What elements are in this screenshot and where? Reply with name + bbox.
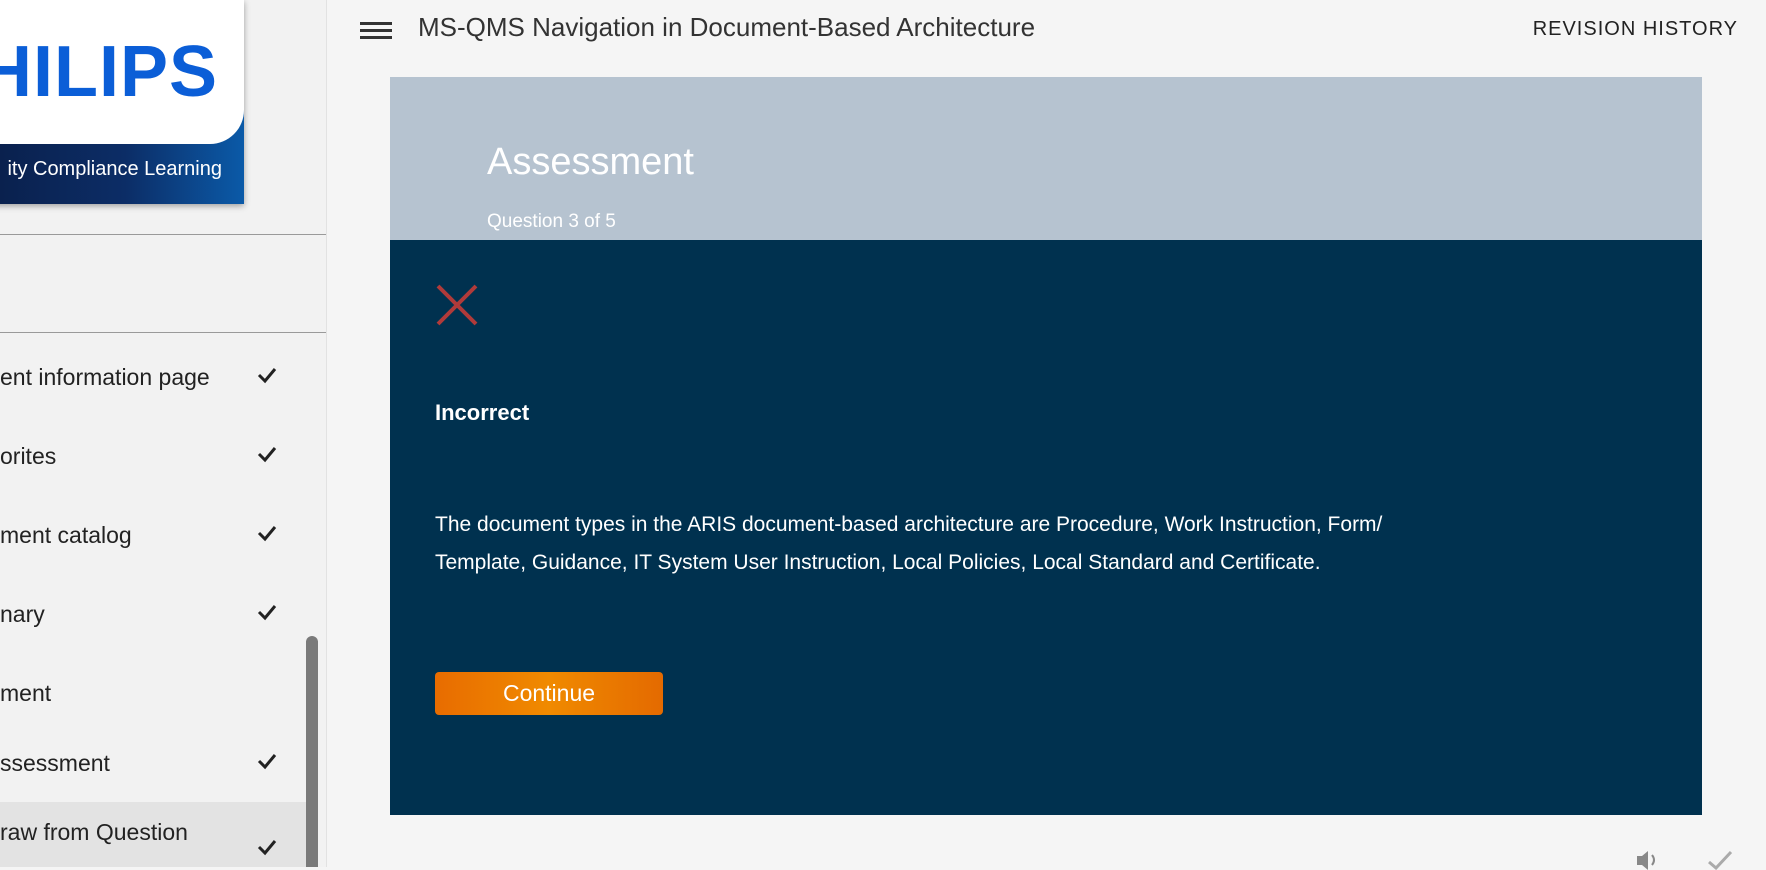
check-icon bbox=[257, 840, 277, 856]
hamburger-menu-icon[interactable] bbox=[360, 18, 392, 44]
logo-subtitle: ity Compliance Learning bbox=[7, 158, 222, 180]
sidebar-item-label: orites bbox=[0, 443, 57, 469]
sidebar-item-summary[interactable]: nary bbox=[0, 595, 310, 635]
feedback-panel: Incorrect The document types in the ARIS… bbox=[390, 240, 1702, 815]
sidebar-item-label: ment catalog bbox=[0, 522, 132, 548]
sidebar-item-assessment[interactable]: ment bbox=[0, 674, 310, 714]
philips-logo-card: HILIPS ity Compliance Learning bbox=[0, 0, 244, 204]
check-icon bbox=[257, 368, 277, 384]
sidebar-item-document-information-page[interactable]: ent information page bbox=[0, 358, 310, 398]
sidebar-item-label: ssessment bbox=[0, 750, 110, 776]
sidebar-item-label: raw from Question bbox=[0, 819, 188, 845]
sidebar-divider bbox=[0, 332, 326, 333]
sidebar-item-self-assessment[interactable]: ssessment bbox=[0, 744, 310, 784]
feedback-line: Template, Guidance, IT System User Instr… bbox=[435, 551, 1321, 574]
feedback-line: The document types in the ARIS document-… bbox=[435, 513, 1383, 536]
sidebar-item-label: ent information page bbox=[0, 364, 210, 390]
sidebar-item-document-catalog[interactable]: ment catalog bbox=[0, 516, 310, 556]
revision-history-link[interactable]: REVISION HISTORY bbox=[1533, 18, 1738, 41]
check-icon bbox=[257, 605, 277, 621]
sidebar-item-favorites[interactable]: orites bbox=[0, 437, 310, 477]
check-icon bbox=[257, 526, 277, 542]
feedback-text: The document types in the ARIS document-… bbox=[435, 506, 1475, 582]
philips-wordmark: HILIPS bbox=[0, 32, 219, 112]
sidebar-item-draw-from-question[interactable]: raw from Question bbox=[0, 802, 310, 867]
result-label: Incorrect bbox=[435, 400, 530, 425]
question-progress: Question 3 of 5 bbox=[487, 211, 616, 232]
sidebar-item-label: ment bbox=[0, 680, 52, 706]
incorrect-x-icon bbox=[436, 284, 478, 326]
sidebar-scrollbar[interactable] bbox=[306, 636, 318, 867]
sidebar-divider bbox=[0, 234, 326, 235]
course-sidebar: HILIPS ity Compliance Learning ent infor… bbox=[0, 0, 327, 867]
assessment-header: Assessment Question 3 of 5 bbox=[390, 77, 1702, 240]
continue-button[interactable]: Continue bbox=[435, 672, 663, 715]
course-title: MS-QMS Navigation in Document-Based Arch… bbox=[418, 12, 1036, 42]
check-icon bbox=[257, 754, 277, 770]
assessment-title: Assessment bbox=[487, 141, 694, 183]
sidebar-item-label: nary bbox=[0, 601, 45, 627]
check-icon bbox=[257, 447, 277, 463]
